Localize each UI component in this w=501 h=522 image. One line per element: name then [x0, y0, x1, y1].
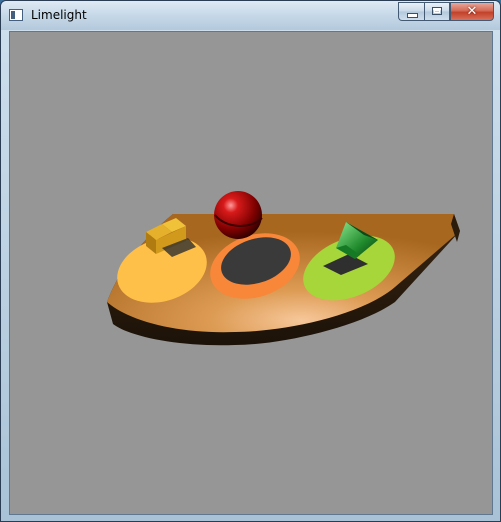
app-window-icon[interactable] [9, 9, 23, 21]
maximize-button[interactable] [424, 2, 450, 21]
caption-buttons: ✕ [398, 2, 494, 21]
3d-scene [107, 191, 460, 346]
close-icon: ✕ [466, 4, 478, 19]
minimize-button[interactable] [398, 2, 424, 21]
minimize-icon [407, 13, 418, 18]
render-viewport[interactable] [9, 31, 493, 515]
red-sphere [214, 191, 263, 239]
maximize-icon [432, 7, 442, 15]
title-bar[interactable]: Limelight ✕ [1, 1, 500, 30]
window-title: Limelight [31, 8, 87, 22]
app-window: Limelight ✕ [0, 0, 501, 522]
close-button[interactable]: ✕ [450, 2, 494, 21]
